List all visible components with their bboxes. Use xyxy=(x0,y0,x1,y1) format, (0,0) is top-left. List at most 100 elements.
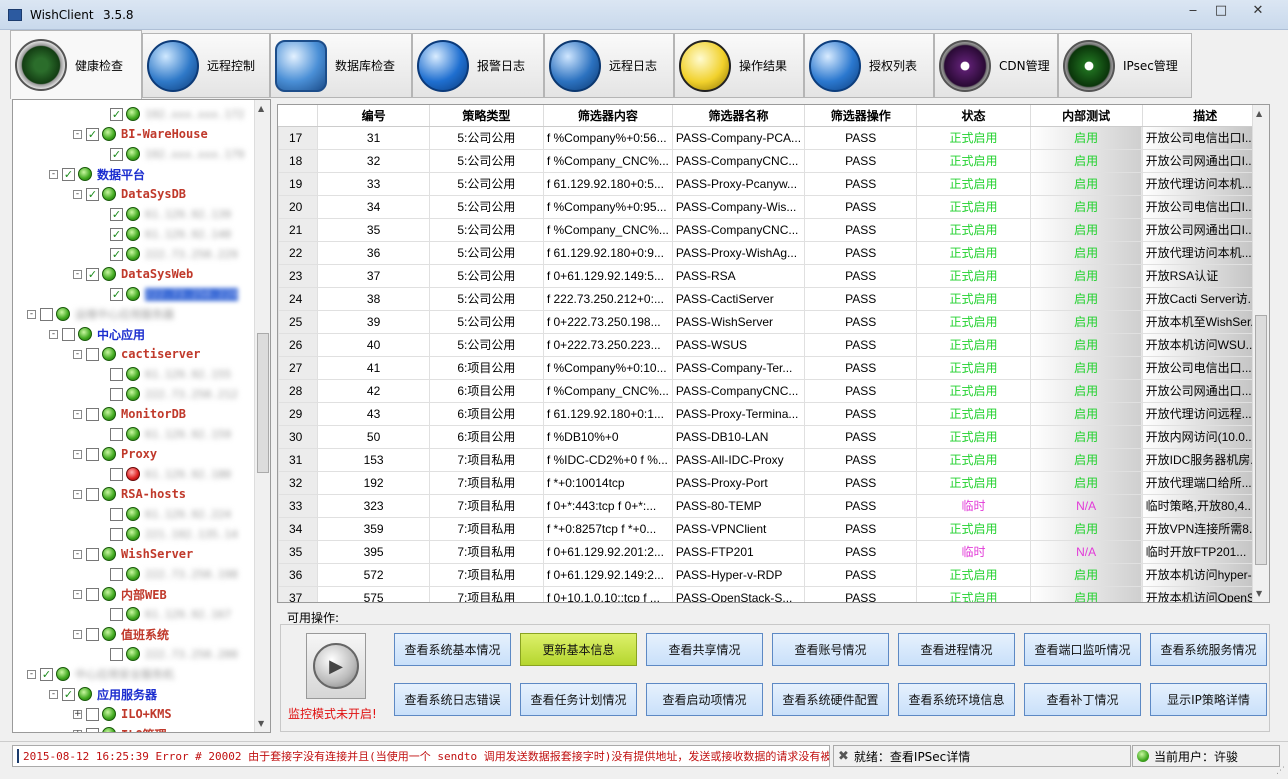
tree-node[interactable]: 61.129.92.159 xyxy=(97,424,231,444)
expand-icon[interactable]: + xyxy=(73,709,82,719)
grid-scrollbar[interactable]: ▲ ▼ xyxy=(1252,105,1269,602)
scroll-thumb[interactable] xyxy=(1255,315,1267,565)
tree-node-checkbox[interactable]: ✓ xyxy=(110,287,123,301)
collapse-icon[interactable]: - xyxy=(49,169,58,179)
collapse-icon[interactable]: - xyxy=(27,669,36,679)
table-row[interactable]: 35 395 7:项目私用 f 0+61.129.92.201:2... PASS-FT… xyxy=(278,539,1269,564)
tree-node-checkbox[interactable] xyxy=(110,367,123,381)
collapse-icon[interactable]: - xyxy=(49,689,58,699)
tree-node-checkbox[interactable] xyxy=(110,507,123,521)
tree-node[interactable]: ✓ 61.129.92.139 xyxy=(97,204,231,224)
tree-node-checkbox[interactable]: ✓ xyxy=(110,147,123,161)
tab-health-check[interactable]: 健康检查 xyxy=(10,30,142,99)
monitor-toggle-button[interactable]: ▶ xyxy=(306,633,366,699)
tree-node-checkbox[interactable]: ✓ xyxy=(62,167,75,181)
minimize-icon[interactable]: ‒ xyxy=(1180,2,1206,20)
show-ip-policy-button[interactable]: 显示IP策略详情 xyxy=(1150,683,1267,716)
tree-node[interactable]: 61.129.92.180 xyxy=(97,464,231,484)
tree-node-checkbox[interactable] xyxy=(110,387,123,401)
collapse-icon[interactable]: - xyxy=(73,349,82,359)
tree-node[interactable]: ✓ 61.129.92.140 xyxy=(97,224,231,244)
table-row[interactable]: 26 40 5:公司公用 f 0+222.73.250.223... PASS-WSUS… xyxy=(278,332,1269,357)
collapse-icon[interactable]: - xyxy=(73,269,82,279)
expand-icon[interactable]: + xyxy=(73,729,82,732)
tree-node[interactable]: 222.73.250.198 xyxy=(97,564,238,584)
tree-node[interactable]: - WishServer xyxy=(73,544,193,564)
tree-node-checkbox[interactable] xyxy=(86,407,99,421)
collapse-icon[interactable]: - xyxy=(73,449,82,459)
scroll-down-icon[interactable]: ▼ xyxy=(1256,589,1262,598)
scroll-down-icon[interactable]: ▼ xyxy=(258,719,264,728)
collapse-icon[interactable]: - xyxy=(27,309,36,319)
tree-node-checkbox[interactable] xyxy=(86,547,99,561)
tree-node[interactable]: - MonitorDB xyxy=(73,404,186,424)
collapse-icon[interactable]: - xyxy=(73,409,82,419)
tree-node-checkbox[interactable] xyxy=(110,427,123,441)
scroll-thumb[interactable] xyxy=(257,333,269,473)
table-row[interactable]: 33 323 7:项目私用 f 0+*:443:tcp f 0+*:... PASS-8… xyxy=(278,493,1269,518)
tree-node-checkbox[interactable] xyxy=(40,307,53,321)
tree-node-checkbox[interactable]: ✓ xyxy=(86,187,99,201)
tree-node[interactable]: ✓ 192.xxx.xxx.179 xyxy=(97,144,244,164)
tree-node[interactable]: ✓ 222.73.250.228 xyxy=(97,284,238,304)
tree-node-checkbox[interactable] xyxy=(86,707,99,721)
collapse-icon[interactable]: - xyxy=(73,589,82,599)
view-listening-ports-button[interactable]: 查看端口监听情况 xyxy=(1024,633,1141,666)
view-system-log-errors-button[interactable]: 查看系统日志错误 xyxy=(394,683,511,716)
tree-node-checkbox[interactable] xyxy=(110,607,123,621)
column-header[interactable]: 筛选器名称 xyxy=(672,105,806,127)
tree-node[interactable]: 61.129.92.224 xyxy=(97,504,231,524)
scroll-up-icon[interactable]: ▲ xyxy=(258,104,264,113)
tab-auth-list[interactable]: 授权列表 xyxy=(804,33,934,98)
table-row[interactable]: 22 36 5:公司公用 f 61.129.92.180+0:9... PASS-Pro… xyxy=(278,240,1269,265)
table-row[interactable]: 28 42 6:项目公用 f %Company_CNC%... PASS-Company… xyxy=(278,378,1269,403)
tree-node[interactable]: 222.73.250.212 xyxy=(97,384,238,404)
table-row[interactable]: 37 575 7:项目私用 f 0+10.1.0.10::tcp f ... PASS-… xyxy=(278,585,1269,602)
tree-node[interactable]: - Proxy xyxy=(73,444,157,464)
maximize-icon[interactable]: □ xyxy=(1208,2,1234,20)
tree-node-checkbox[interactable]: ✓ xyxy=(110,247,123,261)
tree-node[interactable]: 61.129.92.155 xyxy=(97,364,231,384)
view-services-button[interactable]: 查看系统服务情况 xyxy=(1150,633,1267,666)
tree-node-checkbox[interactable] xyxy=(110,647,123,661)
tree-node-checkbox[interactable] xyxy=(86,727,99,732)
tab-cdn-management[interactable]: CDN管理 xyxy=(934,33,1058,98)
tree-node[interactable]: + ILO管理 xyxy=(73,724,167,732)
tree-node[interactable]: 61.129.92.167 xyxy=(97,604,231,624)
view-startup-items-button[interactable]: 查看启动项情况 xyxy=(646,683,763,716)
tab-remote-control[interactable]: 远程控制 xyxy=(142,33,270,98)
tree-node-checkbox[interactable] xyxy=(86,627,99,641)
tree-node[interactable]: 221.192.135.14 xyxy=(97,524,238,544)
close-icon[interactable]: ✕ xyxy=(1245,2,1271,20)
tree-node-checkbox[interactable]: ✓ xyxy=(40,667,53,681)
view-patches-button[interactable]: 查看补丁情况 xyxy=(1024,683,1141,716)
view-hardware-config-button[interactable]: 查看系统硬件配置 xyxy=(772,683,889,716)
tab-alert-log[interactable]: 报警日志 xyxy=(412,33,544,98)
tree-node[interactable]: ✓ 192.xxx.xxx.172 xyxy=(97,104,244,124)
tree-node-checkbox[interactable] xyxy=(110,567,123,581)
tree-node-checkbox[interactable] xyxy=(62,327,75,341)
tree-node[interactable]: - ✓ BI-WareHouse xyxy=(73,124,208,144)
table-row[interactable]: 29 43 6:项目公用 f 61.129.92.180+0:1... PASS-Pro… xyxy=(278,401,1269,426)
tree-node[interactable]: - cactiserver xyxy=(73,344,200,364)
tree-node[interactable]: - ✓ 中心应用安全服务机 xyxy=(27,664,174,684)
column-header[interactable]: 编号 xyxy=(317,105,430,127)
view-shares-button[interactable]: 查看共享情况 xyxy=(646,633,763,666)
update-basic-info-button[interactable]: 更新基本信息 xyxy=(520,633,637,666)
view-processes-button[interactable]: 查看进程情况 xyxy=(898,633,1015,666)
tree-node-checkbox[interactable]: ✓ xyxy=(110,107,123,121)
tab-operation-result[interactable]: 操作结果 xyxy=(674,33,804,98)
table-row[interactable]: 27 41 6:项目公用 f %Company%+0:10... PASS-Compan… xyxy=(278,355,1269,380)
tree-scrollbar[interactable]: ▲ ▼ xyxy=(254,100,270,732)
tree-node-checkbox[interactable] xyxy=(86,347,99,361)
table-row[interactable]: 31 153 7:项目私用 f %IDC-CD2%+0 f %... PASS-All-… xyxy=(278,447,1269,472)
tree-node[interactable]: - RSA-hosts xyxy=(73,484,186,504)
view-environment-button[interactable]: 查看系统环境信息 xyxy=(898,683,1015,716)
tree-node[interactable]: + ILO+KMS xyxy=(73,704,172,724)
collapse-icon[interactable]: - xyxy=(49,329,58,339)
scroll-up-icon[interactable]: ▲ xyxy=(1256,109,1262,118)
resize-grip-icon[interactable]: ⋰ xyxy=(1276,766,1285,776)
tree-node-checkbox[interactable] xyxy=(110,467,123,481)
collapse-icon[interactable]: - xyxy=(73,129,82,139)
column-header[interactable]: 策略类型 xyxy=(429,105,544,127)
